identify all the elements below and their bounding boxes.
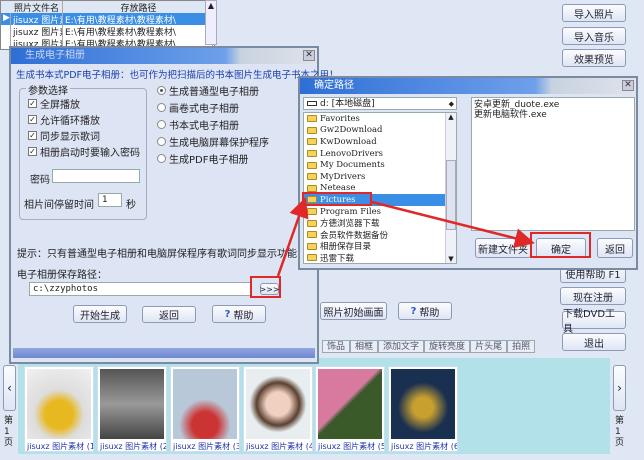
arrow-to-ok (371, 200, 535, 249)
annotation-arrows (276, 197, 535, 277)
arrow-to-pictures (276, 197, 309, 277)
